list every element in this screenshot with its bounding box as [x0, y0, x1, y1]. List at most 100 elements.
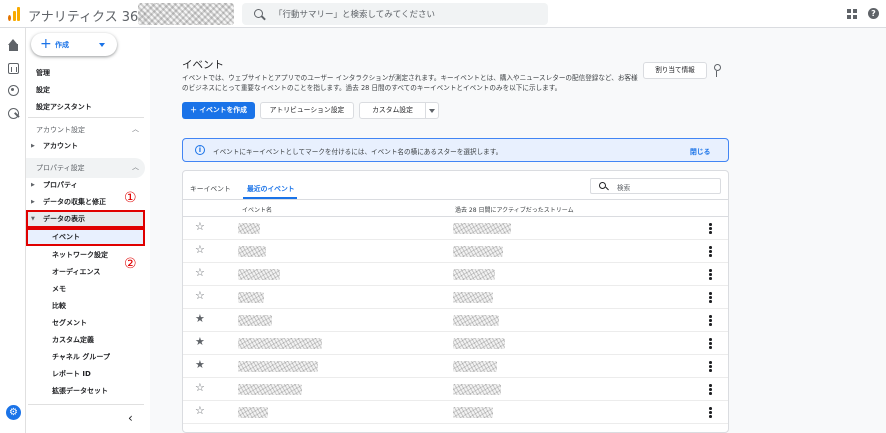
create-button[interactable]: + 作成 [31, 33, 117, 56]
advertising-icon[interactable] [8, 108, 19, 119]
expand-triangle-icon[interactable]: ▶ [31, 182, 35, 188]
expand-triangle-icon[interactable]: ▶ [31, 199, 35, 205]
page-description: イベントでは、ウェブサイトとアプリでのユーザー インタラクションが測定されます。… [182, 74, 638, 92]
events-table-card: キーイベント 最近のイベント 検索 イベント名 過去 28 日間にアクティブだっ… [182, 170, 729, 433]
column-header-streams[interactable]: 過去 28 日間にアクティブだったストリーム [455, 205, 574, 214]
attribution-settings-button[interactable]: アトリビューション設定 [260, 102, 354, 119]
account-selector[interactable] [138, 3, 234, 25]
stream-name-redacted [453, 223, 511, 234]
table-row[interactable]: ☆ [183, 401, 728, 424]
table-row[interactable]: ☆ [183, 217, 728, 240]
more-vert-icon[interactable] [709, 384, 712, 395]
sidebar-subitem-custom-definitions[interactable]: カスタム定義 [52, 335, 94, 345]
star-outline-icon[interactable]: ☆ [195, 220, 205, 234]
stream-name-redacted [453, 246, 503, 257]
sidebar-subitem-audiences[interactable]: オーディエンス [52, 267, 100, 277]
annotation-box-2 [26, 228, 145, 246]
event-name-redacted [238, 223, 260, 234]
user-preferences-icon[interactable] [714, 64, 721, 77]
custom-settings-button[interactable]: カスタム設定 [359, 102, 426, 119]
more-vert-icon[interactable] [709, 361, 712, 372]
sidebar-item-setup-assistant[interactable]: 設定アシスタント [36, 102, 92, 112]
sidebar-item-settings[interactable]: 設定 [36, 85, 50, 95]
table-row[interactable]: ☆ [183, 263, 728, 286]
sidebar-subitem-data-sets[interactable]: 拡張データセット [52, 386, 108, 396]
event-name-redacted [238, 269, 280, 280]
more-vert-icon[interactable] [709, 223, 712, 234]
table-row[interactable]: ★ [183, 309, 728, 332]
sidebar-divider [28, 404, 144, 405]
account-settings-heading: アカウント設定 [36, 126, 85, 134]
sidebar-subitem-network[interactable]: ネットワーク設定 [52, 250, 108, 260]
star-outline-icon[interactable]: ☆ [195, 289, 205, 303]
star-outline-icon[interactable]: ☆ [195, 404, 205, 418]
sidebar-item-property[interactable]: プロパティ [43, 180, 78, 190]
table-search-placeholder: 検索 [617, 184, 631, 192]
stream-name-redacted [453, 269, 495, 280]
star-filled-icon[interactable]: ★ [195, 312, 205, 326]
stream-name-redacted [453, 315, 499, 326]
column-header-event-name[interactable]: イベント名 [242, 205, 272, 214]
search-placeholder: 「行動サマリー」と検索してみてください [274, 10, 435, 20]
sidebar-subitem-segments[interactable]: セグメント [52, 318, 87, 328]
tab-divider [183, 199, 728, 200]
custom-settings-dropdown-icon[interactable] [426, 102, 439, 119]
more-vert-icon[interactable] [709, 338, 712, 349]
sidebar-subitem-reporting-id[interactable]: レポート ID [52, 369, 91, 379]
event-name-redacted [238, 384, 302, 395]
annotation-number-1: ① [124, 190, 137, 206]
more-vert-icon[interactable] [709, 269, 712, 280]
reports-icon[interactable] [8, 63, 19, 74]
info-banner: i イベントにキーイベントとしてマークを付けるには、イベント名の横にあるスターを… [182, 138, 729, 162]
top-app-bar: アナリティクス 360 「行動サマリー」と検索してみてください ? [0, 0, 886, 28]
more-vert-icon[interactable] [709, 407, 712, 418]
more-vert-icon[interactable] [709, 292, 712, 303]
sidebar-item-data-collection[interactable]: データの収集と修正 [43, 197, 106, 207]
sidebar-item-admin[interactable]: 管理 [36, 68, 50, 78]
more-vert-icon[interactable] [709, 315, 712, 326]
analytics-logo-icon[interactable] [8, 7, 20, 21]
star-filled-icon[interactable]: ★ [195, 335, 205, 349]
admin-gear-icon[interactable]: ⚙ [6, 405, 21, 420]
create-event-button[interactable]: ＋ イベントを作成 [182, 102, 255, 119]
event-name-redacted [238, 292, 264, 303]
tab-key-events[interactable]: キーイベント [190, 183, 231, 193]
sidebar-item-account[interactable]: アカウント [43, 141, 78, 151]
explore-icon[interactable] [8, 85, 19, 96]
star-outline-icon[interactable]: ☆ [195, 266, 205, 280]
global-search-bar[interactable]: 「行動サマリー」と検索してみてください [242, 3, 548, 25]
tab-recent-events[interactable]: 最近のイベント [247, 183, 295, 193]
star-outline-icon[interactable]: ☆ [195, 381, 205, 395]
chevron-up-icon[interactable]: ︿ [132, 162, 139, 172]
help-icon[interactable]: ? [868, 8, 879, 19]
sidebar-subitem-channel-groups[interactable]: チャネル グループ [52, 352, 110, 362]
sidebar-subitem-notes[interactable]: メモ [52, 284, 66, 294]
table-row[interactable]: ★ [183, 355, 728, 378]
app-title: アナリティクス 360 [28, 10, 147, 25]
table-row[interactable]: ★ [183, 332, 728, 355]
page-title: イベント [182, 59, 224, 71]
chevron-up-icon[interactable]: ︿ [132, 124, 139, 134]
main-content: イベント イベントでは、ウェブサイトとアプリでのユーザー インタラクションが測定… [150, 28, 886, 433]
table-row[interactable]: ☆ [183, 378, 728, 401]
star-filled-icon[interactable]: ★ [195, 358, 205, 372]
event-name-redacted [238, 407, 268, 418]
sidebar-divider [28, 117, 144, 118]
info-icon: i [195, 145, 205, 155]
collapse-sidebar-chevron-icon[interactable]: ‹ [128, 411, 133, 425]
info-close-button[interactable]: 閉じる [690, 146, 710, 156]
apps-grid-icon[interactable] [847, 9, 857, 19]
stream-name-redacted [453, 338, 505, 349]
sidebar-subitem-comparisons[interactable]: 比較 [52, 301, 66, 311]
table-row[interactable]: ☆ [183, 286, 728, 309]
annotation-number-2: ② [124, 256, 137, 272]
event-name-redacted [238, 246, 266, 257]
table-row[interactable]: ☆ [183, 240, 728, 263]
home-icon[interactable] [8, 39, 19, 51]
star-outline-icon[interactable]: ☆ [195, 243, 205, 257]
caret-down-icon [99, 43, 105, 47]
expand-triangle-icon[interactable]: ▶ [31, 143, 35, 149]
more-vert-icon[interactable] [709, 246, 712, 257]
assignment-info-button[interactable]: 割り当て情報 [643, 62, 707, 79]
table-search-input[interactable]: 検索 [590, 178, 721, 194]
